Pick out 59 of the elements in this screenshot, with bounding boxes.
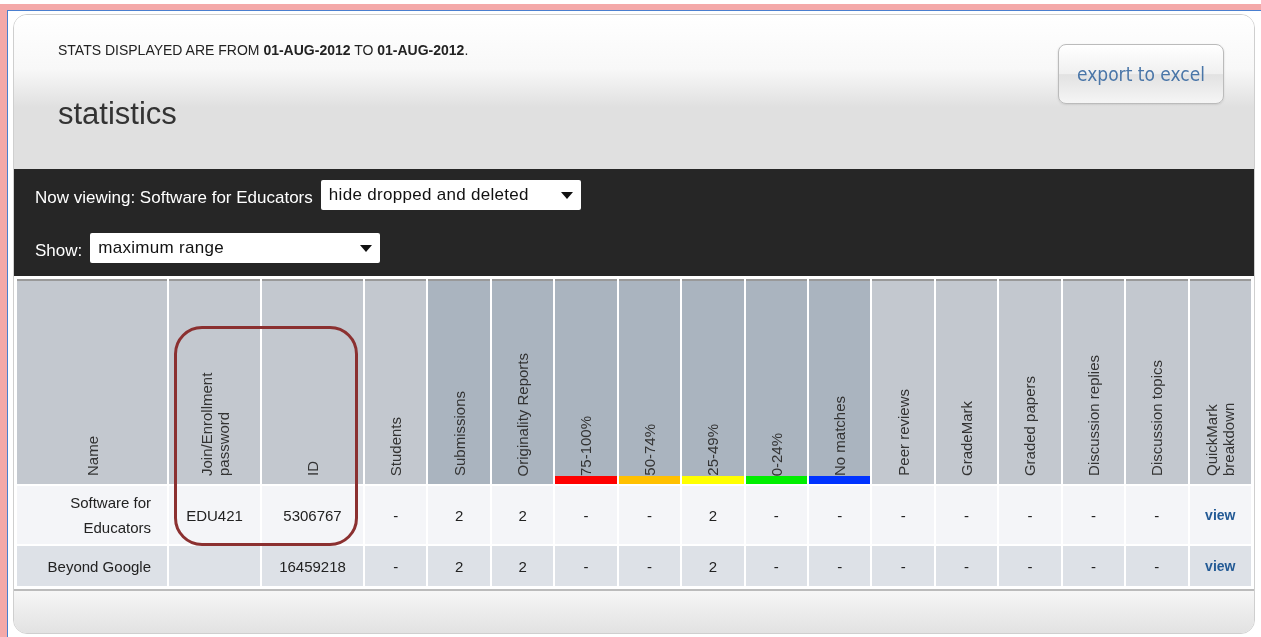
- table-cell: -: [935, 486, 998, 544]
- column-header: Submissions: [428, 279, 490, 484]
- table-cell: -: [999, 546, 1061, 586]
- table-cell: 2: [428, 486, 490, 544]
- table-cell: -: [1126, 546, 1188, 586]
- table-cell: -: [809, 546, 871, 586]
- column-header: Discussion topics: [1126, 279, 1188, 484]
- table-cell: -: [999, 486, 1061, 544]
- column-header: GradeMark: [935, 279, 998, 484]
- table-cell: EDU421: [169, 486, 260, 544]
- table-cell: -: [365, 546, 427, 586]
- column-header: Students: [365, 279, 427, 484]
- caret-icon: [360, 244, 373, 252]
- table-cell: Beyond Google: [17, 546, 167, 586]
- column-header: Join/Enrollment password: [169, 279, 260, 484]
- table-cell: 2: [428, 546, 490, 586]
- table-cell: -: [935, 546, 998, 586]
- table-cell: -: [365, 486, 427, 544]
- column-header: Name: [17, 279, 167, 484]
- table-cell: -: [745, 546, 807, 586]
- table-cell: 2: [491, 486, 554, 544]
- table-cell: -: [618, 546, 681, 586]
- table-cell: -: [1062, 546, 1125, 586]
- date-range-text: STATS DISPLAYED ARE FROM 01-AUG-2012 TO 01-AUG-2012.: [58, 42, 469, 58]
- column-header: Peer reviews: [872, 279, 934, 484]
- page-title: statistics: [58, 96, 178, 132]
- column-header: Graded papers: [999, 279, 1061, 484]
- column-header: 0-24%: [745, 279, 807, 484]
- column-header: 75-100%: [555, 279, 617, 484]
- table-cell: -: [618, 486, 681, 544]
- table-cell: -: [745, 486, 807, 544]
- column-header: No matches: [809, 279, 871, 484]
- table-cell: 5306767: [262, 486, 363, 544]
- filter-label: Show:: [35, 241, 83, 262]
- caret-icon: [560, 191, 573, 199]
- table-cell: Software for Educators: [17, 486, 167, 544]
- column-header: QuickMark breakdown: [1189, 279, 1251, 484]
- column-header: Originality Reports: [491, 279, 554, 484]
- export-button[interactable]: export to excel: [1058, 44, 1224, 104]
- table-cell: -: [872, 486, 934, 544]
- dropdown[interactable]: hide dropped and deleted: [320, 180, 581, 210]
- table-cell: -: [1062, 486, 1125, 544]
- view-link[interactable]: view: [1205, 507, 1236, 523]
- filter-label: Now viewing: Software for Educators: [35, 188, 313, 209]
- table-cell: -: [809, 486, 871, 544]
- table-cell: 2: [682, 486, 744, 544]
- dropdown[interactable]: maximum range: [90, 233, 381, 263]
- column-header: 50-74%: [618, 279, 681, 484]
- column-header: Discussion replies: [1062, 279, 1125, 484]
- table-cell: -: [1126, 486, 1188, 544]
- table-cell: -: [555, 486, 617, 544]
- view-link[interactable]: view: [1205, 558, 1236, 574]
- column-header: ID: [262, 279, 363, 484]
- table-cell: -: [872, 546, 934, 586]
- column-header: 25-49%: [682, 279, 744, 484]
- table-cell: 16459218: [262, 546, 363, 586]
- table-cell: -: [555, 546, 617, 586]
- table-cell: 2: [682, 546, 744, 586]
- table-cell: 2: [491, 546, 554, 586]
